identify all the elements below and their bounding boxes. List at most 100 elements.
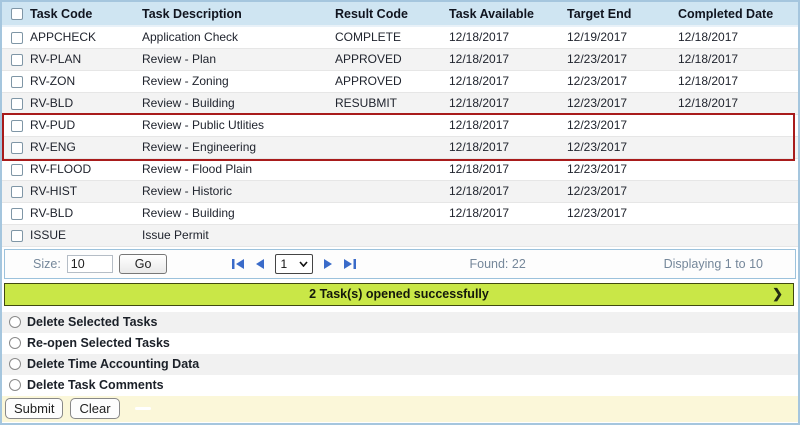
cell-completed	[676, 158, 798, 180]
cell-completed: 12/18/2017	[676, 70, 798, 92]
radio-button[interactable]	[9, 379, 21, 391]
table-row: RV-HISTReview - Historic12/18/201712/23/…	[2, 180, 798, 202]
actions-list: Delete Selected Tasks Re-open Selected Ta…	[2, 312, 798, 396]
clear-button[interactable]: Clear	[70, 398, 119, 419]
row-checkbox[interactable]	[11, 230, 23, 242]
row-checkbox[interactable]	[11, 186, 23, 198]
cell-result: APPROVED	[333, 70, 447, 92]
found-count: Found: 22	[469, 257, 525, 271]
row-checkbox[interactable]	[11, 98, 23, 110]
cell-description: Review - Building	[140, 92, 333, 114]
select-all-checkbox[interactable]	[11, 8, 23, 20]
row-checkbox[interactable]	[11, 32, 23, 44]
cell-result	[333, 158, 447, 180]
cell-code: RV-BLD	[28, 92, 140, 114]
radio-button[interactable]	[9, 316, 21, 328]
row-checkbox[interactable]	[11, 142, 23, 154]
cell-description: Review - Zoning	[140, 70, 333, 92]
cell-code: RV-PUD	[28, 114, 140, 136]
cell-target: 12/23/2017	[565, 114, 676, 136]
cell-completed: 12/18/2017	[676, 48, 798, 70]
cell-completed: 12/18/2017	[676, 92, 798, 114]
pager-bar: Size: Go 1 Found: 22 Displaying 1 to 10	[4, 249, 796, 279]
row-checkbox-cell	[2, 70, 28, 92]
chevron-right-icon[interactable]: ❯	[772, 286, 783, 302]
cell-code: RV-FLOOD	[28, 158, 140, 180]
row-checkbox[interactable]	[11, 76, 23, 88]
cell-available	[447, 224, 565, 246]
radio-button[interactable]	[9, 358, 21, 370]
cell-target: 12/19/2017	[565, 26, 676, 48]
table-row: RV-BLDReview - Building12/18/201712/23/2…	[2, 202, 798, 224]
next-page-icon[interactable]	[322, 258, 334, 270]
cell-completed	[676, 180, 798, 202]
table-row: APPCHECKApplication CheckCOMPLETE 12/18/2…	[2, 26, 798, 48]
table-row: RV-FLOODReview - Flood Plain12/18/201712…	[2, 158, 798, 180]
cell-result: COMPLETE	[333, 26, 447, 48]
row-checkbox-cell	[2, 26, 28, 48]
cell-target: 12/23/2017	[565, 136, 676, 158]
cell-completed	[676, 114, 798, 136]
column-header: Task Available	[447, 2, 565, 26]
cell-target: 12/23/2017	[565, 48, 676, 70]
table-row: RV-ENGReview - Engineering12/18/201712/2…	[2, 136, 798, 158]
row-checkbox[interactable]	[11, 164, 23, 176]
row-checkbox[interactable]	[11, 54, 23, 66]
cell-result: RESUBMIT	[333, 92, 447, 114]
cell-completed	[676, 136, 798, 158]
task-table-body: APPCHECKApplication CheckCOMPLETE12/18/2…	[2, 26, 798, 246]
radio-button[interactable]	[9, 337, 21, 349]
cell-available: 12/18/2017	[447, 180, 565, 202]
cell-result	[333, 136, 447, 158]
column-header: Result Code	[333, 2, 447, 26]
row-checkbox-cell	[2, 48, 28, 70]
column-header: Task Code	[28, 2, 140, 26]
page-select[interactable]: 1	[275, 254, 313, 274]
action-label: Re-open Selected Tasks	[27, 336, 170, 350]
cell-code: RV-BLD	[28, 202, 140, 224]
cell-completed	[676, 202, 798, 224]
header-row: Task CodeTask DescriptionResult CodeTask…	[2, 2, 798, 26]
cell-result	[333, 202, 447, 224]
row-checkbox[interactable]	[11, 120, 23, 132]
row-checkbox-cell	[2, 180, 28, 202]
row-checkbox-cell	[2, 158, 28, 180]
previous-page-icon[interactable]	[254, 258, 266, 270]
cell-description: Review - Flood Plain	[140, 158, 333, 180]
success-message-bar: 2 Task(s) opened successfully ❯	[4, 283, 794, 306]
action-row[interactable]: Delete Time Accounting Data	[2, 354, 798, 375]
task-list-panel: Task CodeTask DescriptionResult CodeTask…	[0, 0, 800, 425]
footer-bar: Submit Clear	[2, 396, 798, 422]
cell-target: 12/23/2017	[565, 202, 676, 224]
table-row: RV-ZONReview - ZoningAPPROVED12/18/20171…	[2, 70, 798, 92]
row-checkbox[interactable]	[11, 208, 23, 220]
go-button[interactable]: Go	[119, 254, 168, 274]
action-row[interactable]: Delete Task Comments	[2, 375, 798, 396]
submit-button[interactable]: Submit	[5, 398, 63, 419]
cell-description: Review - Public Utlities	[140, 114, 333, 136]
table-row: RV-PLANReview - PlanAPPROVED12/18/201712…	[2, 48, 798, 70]
cell-description: Review - Historic	[140, 180, 333, 202]
action-label: Delete Time Accounting Data	[27, 357, 199, 371]
action-row[interactable]: Re-open Selected Tasks	[2, 333, 798, 354]
chevron-down-icon	[299, 261, 308, 267]
cell-available: 12/18/2017	[447, 92, 565, 114]
cell-target	[565, 224, 676, 246]
cell-available: 12/18/2017	[447, 70, 565, 92]
last-page-icon[interactable]	[343, 258, 357, 270]
displaying-range: Displaying 1 to 10	[664, 257, 763, 271]
page-size-input[interactable]	[67, 255, 113, 273]
first-page-icon[interactable]	[231, 258, 245, 270]
row-checkbox-cell	[2, 136, 28, 158]
cell-code: ISSUE	[28, 224, 140, 246]
cell-available: 12/18/2017	[447, 158, 565, 180]
cell-description: Review - Engineering	[140, 136, 333, 158]
cell-code: APPCHECK	[28, 26, 140, 48]
white-dash-decoration	[135, 407, 151, 410]
action-row[interactable]: Delete Selected Tasks	[2, 312, 798, 333]
row-checkbox-cell	[2, 114, 28, 136]
table-row: ISSUEIssue Permit	[2, 224, 798, 246]
cell-completed: 12/18/2017	[676, 26, 798, 48]
cell-description: Application Check	[140, 26, 333, 48]
table-row: RV-BLDReview - BuildingRESUBMIT12/18/201…	[2, 92, 798, 114]
